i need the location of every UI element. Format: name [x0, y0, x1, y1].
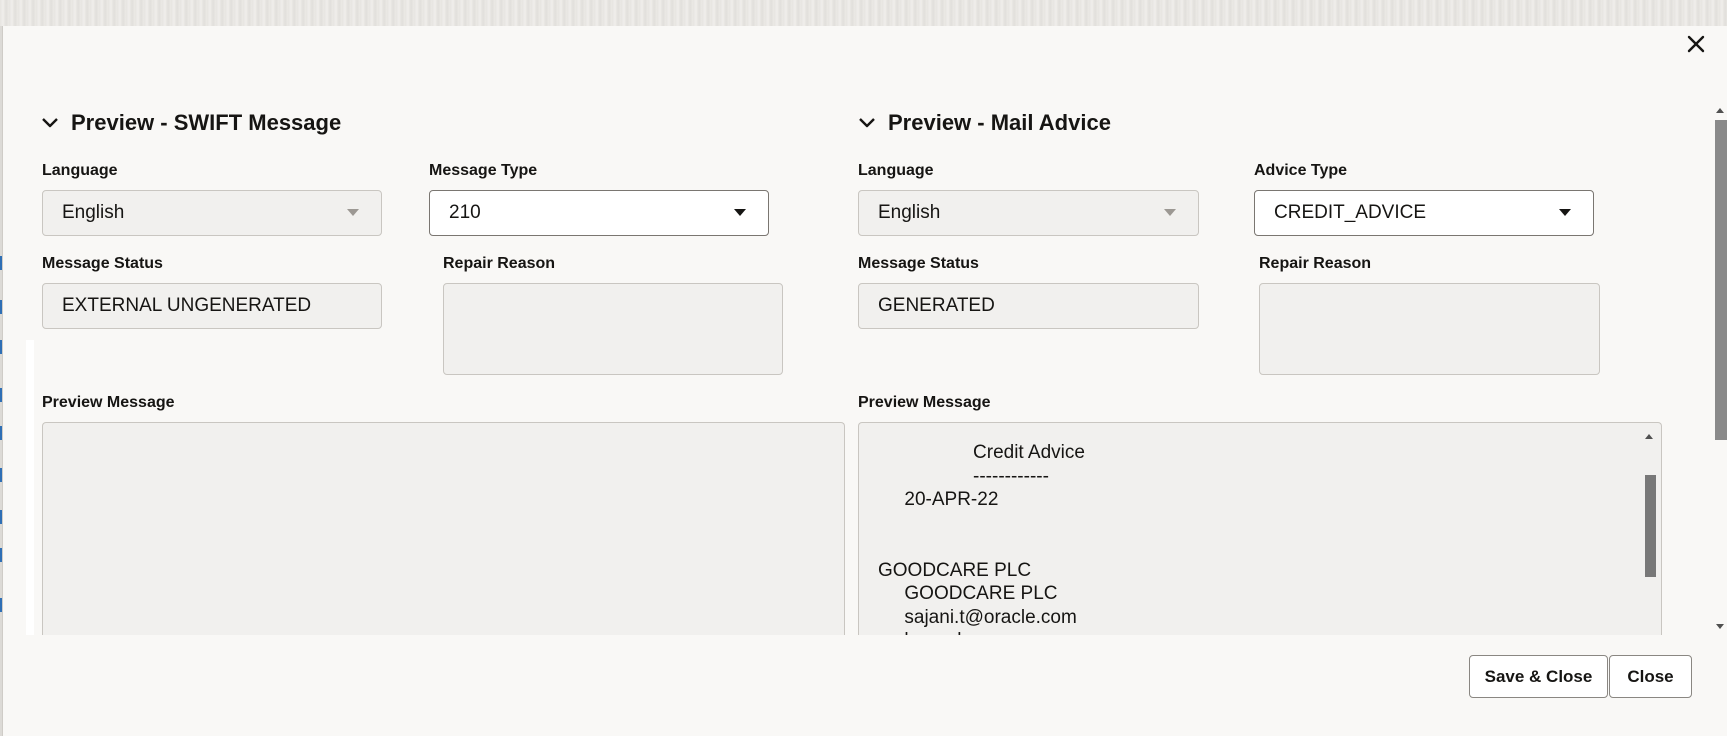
- swift-section-header[interactable]: Preview - SWIFT Message: [41, 110, 341, 136]
- mail-advice-type-value: CREDIT_ADVICE: [1274, 202, 1427, 223]
- mail-advice-type-select[interactable]: CREDIT_ADVICE: [1254, 190, 1594, 236]
- caret-down-icon: [1164, 209, 1176, 216]
- mail-advice-type-label: Advice Type: [1254, 162, 1348, 179]
- swift-message-status-value: EXTERNAL UNGENERATED: [62, 295, 312, 316]
- scroll-thumb[interactable]: [1645, 475, 1656, 577]
- preview-scrollbar[interactable]: [1645, 427, 1659, 635]
- mail-preview-text: Credit Advice ------------ 20-APR-22 GOO…: [878, 442, 1085, 635]
- swift-message-type-value: 210: [449, 202, 481, 223]
- chevron-down-icon[interactable]: [858, 114, 876, 132]
- dialog-scroll-thumb[interactable]: [1715, 120, 1727, 440]
- mail-section-header[interactable]: Preview - Mail Advice: [858, 110, 1111, 136]
- swift-repair-reason-field: [443, 283, 783, 375]
- caret-down-icon: [347, 209, 359, 216]
- mail-repair-reason-label: Repair Reason: [1259, 255, 1372, 272]
- scroll-up-arrow-icon[interactable]: [1645, 434, 1653, 439]
- swift-message-type-label: Message Type: [429, 162, 538, 179]
- mail-language-select: English: [858, 190, 1199, 236]
- mail-language-value: English: [878, 202, 941, 223]
- swift-preview-message: [42, 422, 845, 635]
- scroll-up-arrow-icon[interactable]: [1716, 108, 1724, 113]
- chevron-down-icon[interactable]: [41, 114, 59, 132]
- dialog-body: Preview - SWIFT Message Language English…: [0, 0, 1727, 635]
- mail-repair-reason-field: [1259, 283, 1600, 375]
- mail-language-label: Language: [858, 162, 934, 179]
- swift-preview-text: [43, 423, 826, 441]
- close-button[interactable]: Close: [1609, 655, 1692, 698]
- mail-section-title: Preview - Mail Advice: [888, 110, 1111, 135]
- caret-down-icon[interactable]: [734, 209, 746, 216]
- save-close-button[interactable]: Save & Close: [1469, 655, 1608, 698]
- mail-message-status-field: GENERATED: [858, 283, 1199, 329]
- caret-down-icon[interactable]: [1559, 209, 1571, 216]
- swift-language-select: English: [42, 190, 382, 236]
- mail-preview-label: Preview Message: [858, 394, 991, 411]
- swift-message-type-select[interactable]: 210: [429, 190, 769, 236]
- mail-preview-message[interactable]: Credit Advice ------------ 20-APR-22 GOO…: [858, 422, 1662, 635]
- swift-language-value: English: [62, 202, 125, 223]
- swift-preview-label: Preview Message: [42, 394, 175, 411]
- swift-language-label: Language: [42, 162, 118, 179]
- mail-message-status-label: Message Status: [858, 255, 979, 272]
- scroll-down-arrow-icon[interactable]: [1716, 624, 1724, 629]
- swift-repair-reason-label: Repair Reason: [443, 255, 556, 272]
- swift-message-status-label: Message Status: [42, 255, 163, 272]
- swift-section-title: Preview - SWIFT Message: [71, 110, 342, 135]
- mail-message-status-value: GENERATED: [878, 295, 995, 316]
- left-gutter: [26, 340, 34, 635]
- swift-message-status-field: EXTERNAL UNGENERATED: [42, 283, 382, 329]
